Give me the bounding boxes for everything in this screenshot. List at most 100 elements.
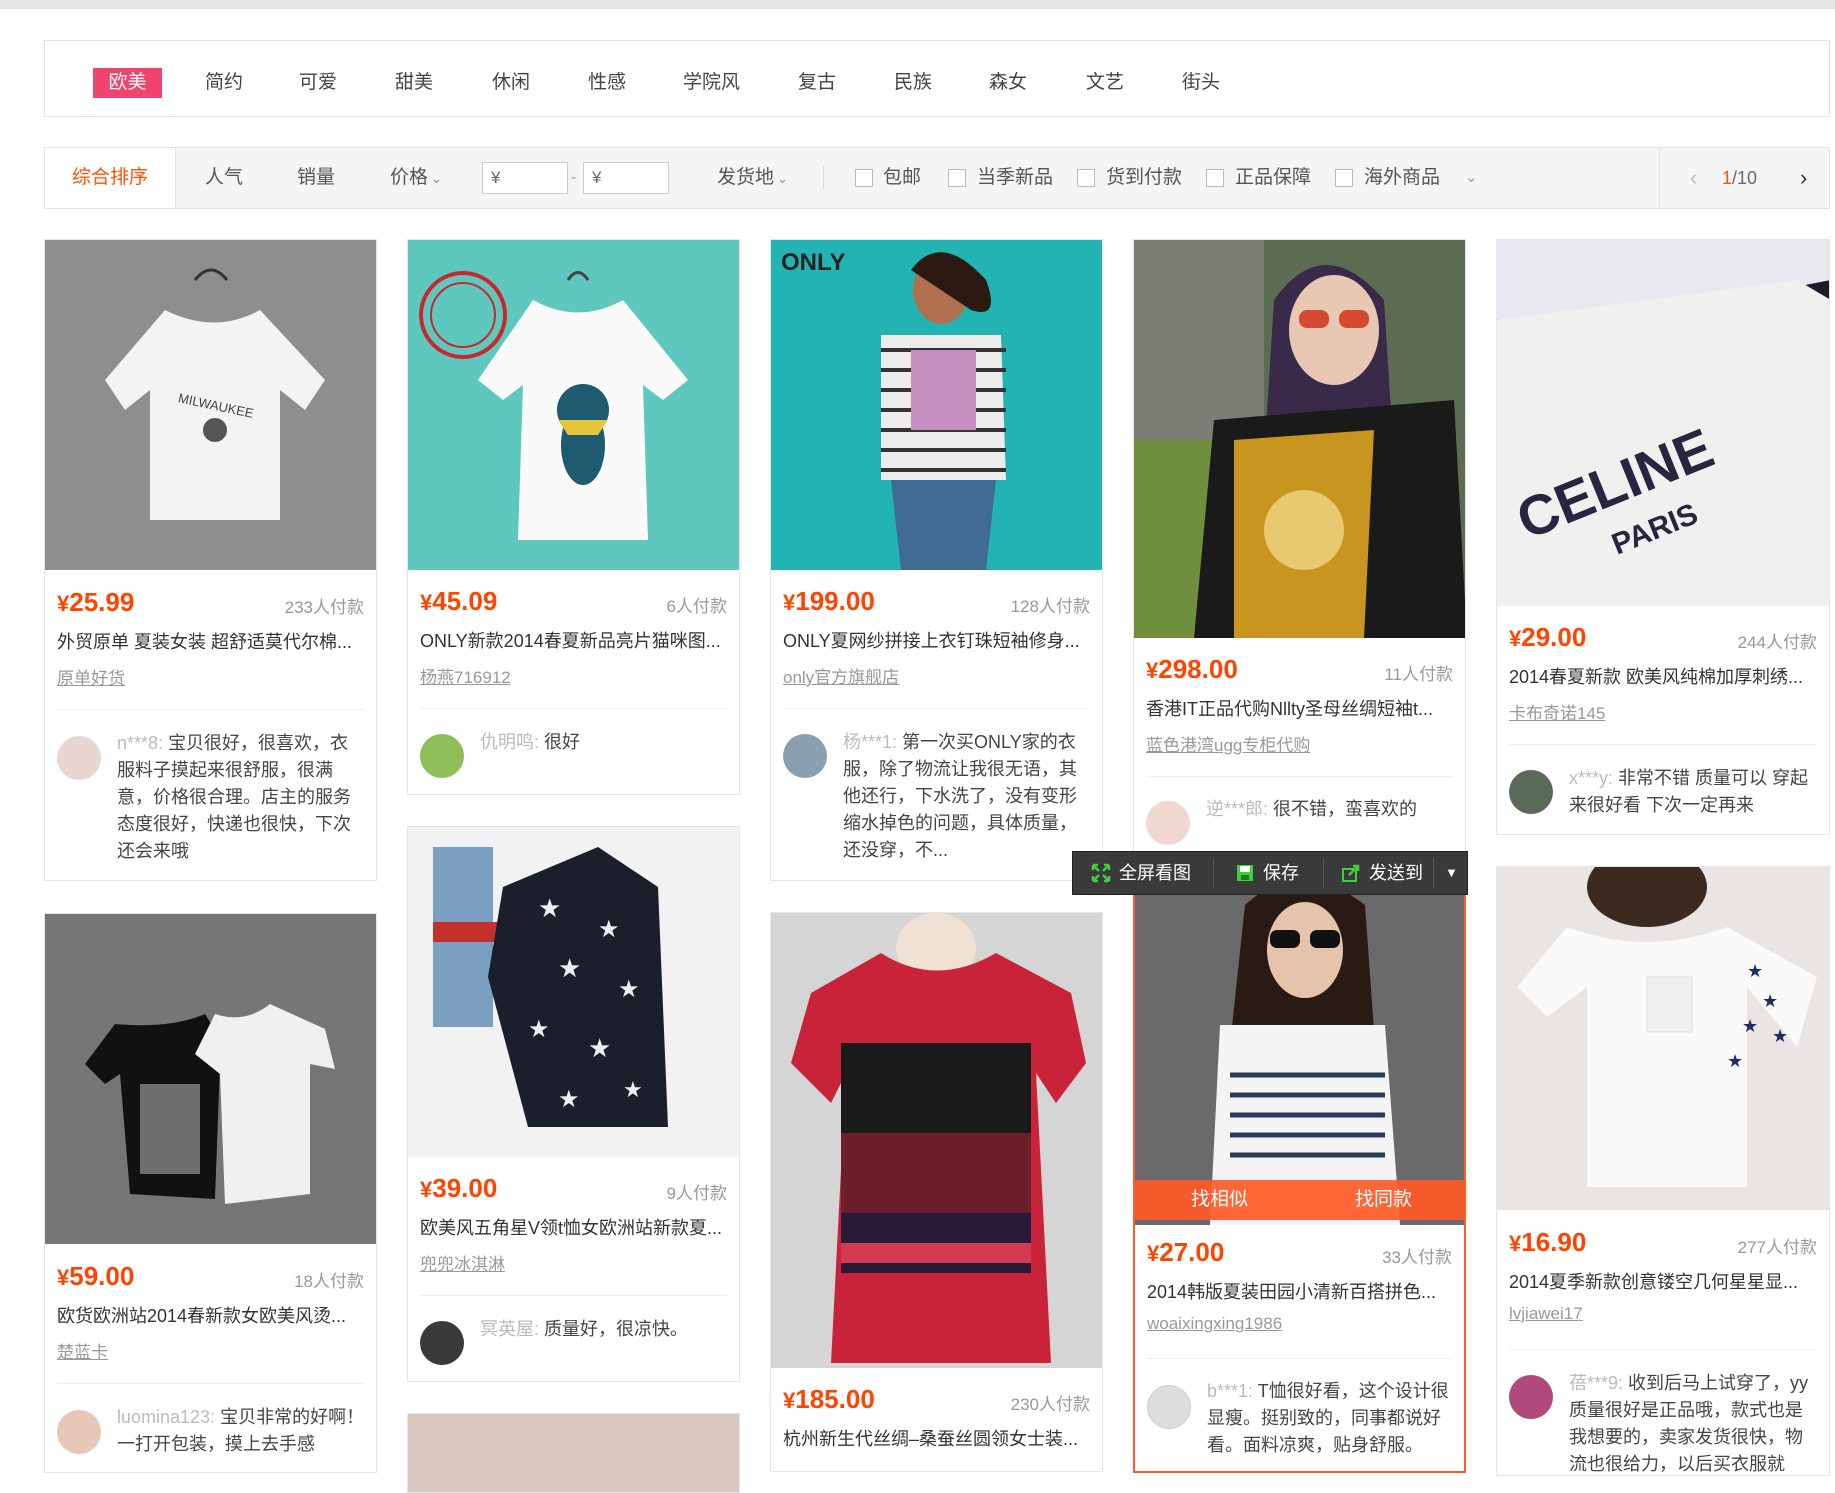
style-tag-xueyuan[interactable]: 学院风 xyxy=(683,68,740,98)
shop-link[interactable]: 楚蓝卡 xyxy=(57,1338,108,1363)
product-image[interactable] xyxy=(408,240,739,570)
product-image[interactable] xyxy=(1135,875,1464,1225)
shop-link[interactable]: 卡布奇诺145 xyxy=(1509,699,1605,724)
style-tag-xinggan[interactable]: 性感 xyxy=(588,68,626,98)
send-label: 发送到 xyxy=(1369,863,1423,883)
svg-text:★: ★ xyxy=(528,1016,550,1043)
product-title[interactable]: 欧货欧洲站2014春新款女欧美风烫... xyxy=(57,1302,367,1328)
product-image[interactable]: CELINE PARIS xyxy=(1497,240,1829,606)
price-value: 199.00 xyxy=(795,586,875,616)
review-text: 蓓***9: 收到后马上试穿了，yy质量很好是正品哦，款式也是我想要的，卖家发货… xyxy=(1569,1370,1819,1475)
dropdown-arrow-icon[interactable]: ▼ xyxy=(1445,852,1458,894)
find-similar-button[interactable]: 找相似 xyxy=(1191,1180,1248,1220)
product-title[interactable]: 2014春夏新款 欧美风纯棉加厚刺绣... xyxy=(1509,663,1819,689)
style-tag-jietou[interactable]: 街头 xyxy=(1182,68,1220,98)
style-tag-wenyi[interactable]: 文艺 xyxy=(1086,68,1124,98)
location-label: 发货地 xyxy=(717,167,775,188)
page-current: 1 xyxy=(1722,168,1733,188)
product-title[interactable]: 2014夏季新款创意镂空几何星星显... xyxy=(1509,1268,1819,1294)
checkbox-free-shipping[interactable] xyxy=(855,169,873,187)
checkbox-authentic-label: 正品保障 xyxy=(1235,167,1312,188)
product-image[interactable] xyxy=(45,914,376,1244)
style-tag-sennv[interactable]: 森女 xyxy=(989,68,1027,98)
product-card[interactable]: ★ ★ ★ ★ ★ ¥16.90 277人付款 2014夏季新款创意镂空几何星星显..… xyxy=(1496,866,1830,1476)
product-image[interactable]: ★ ★ ★ ★ ★ ★ ★ ★ xyxy=(408,827,739,1157)
svg-text:★: ★ xyxy=(598,916,620,943)
product-card[interactable]: MILWAUKEE ¥25.99 233人付款 外贸原单 夏装女装 超舒适莫代尔… xyxy=(44,239,377,881)
review-user: luomina123: xyxy=(117,1407,216,1427)
shop-link[interactable]: 杨燕716912 xyxy=(420,663,511,688)
price-max-input[interactable]: ¥ xyxy=(583,162,669,194)
review-text: 仇明鸣: 很好 xyxy=(480,729,729,756)
shop-link[interactable]: lvjiawei17 xyxy=(1509,1304,1583,1324)
product-image[interactable]: MILWAUKEE xyxy=(45,240,376,570)
checkbox-overseas[interactable] xyxy=(1335,169,1353,187)
divider xyxy=(57,1383,364,1384)
reviewer-avatar xyxy=(1509,1375,1553,1419)
sort-price[interactable]: 价格 ⌄ xyxy=(390,148,442,208)
style-tag-tianmei[interactable]: 甜美 xyxy=(395,68,433,98)
style-tag-fugu[interactable]: 复古 xyxy=(798,68,836,98)
reviewer-avatar xyxy=(1146,801,1190,845)
product-image[interactable]: ONLY xyxy=(771,240,1102,570)
style-tag-keai[interactable]: 可爱 xyxy=(299,68,337,98)
product-title[interactable]: 欧美风五角星V领t恤女欧洲站新款夏... xyxy=(420,1214,730,1240)
product-title[interactable]: 杭州新生代丝绸–桑蚕丝圆领女士装... xyxy=(783,1425,1093,1451)
product-title[interactable]: ONLY夏网纱拼接上衣钉珠短袖修身... xyxy=(783,627,1093,653)
sort-popularity[interactable]: 人气 xyxy=(205,148,243,208)
shop-link[interactable]: only官方旗舰店 xyxy=(783,663,899,688)
find-same-button[interactable]: 找同款 xyxy=(1355,1180,1412,1220)
style-tag-minzu[interactable]: 民族 xyxy=(894,68,932,98)
reviewer-avatar xyxy=(420,734,464,778)
product-card[interactable]: CELINE PARIS ¥29.00 244人付款 2014春夏新款 欧美风纯… xyxy=(1496,239,1830,835)
product-title[interactable]: ONLY新款2014春夏新品亮片猫咪图... xyxy=(420,627,730,653)
more-filters-chevron-icon[interactable]: ⌄ xyxy=(1465,148,1478,208)
save-image-button[interactable]: 保存 xyxy=(1235,852,1299,894)
checkbox-cod[interactable] xyxy=(1077,169,1095,187)
product-image[interactable] xyxy=(1134,240,1465,638)
sort-sales[interactable]: 销量 xyxy=(297,148,335,208)
style-tag-xiuxian[interactable]: 休闲 xyxy=(492,68,530,98)
price-min-input[interactable]: ¥ xyxy=(482,162,568,194)
style-tag-oumei[interactable]: 欧美 xyxy=(93,68,162,98)
checkbox-new-season[interactable] xyxy=(948,169,966,187)
reviewer-avatar xyxy=(57,736,101,780)
product-title[interactable]: 外贸原单 夏装女装 超舒适莫代尔棉... xyxy=(57,628,367,654)
shop-link[interactable]: woaixingxing1986 xyxy=(1147,1314,1282,1334)
product-card[interactable]: ¥59.00 18人付款 欧货欧洲站2014春新款女欧美风烫... 楚蓝卡 lu… xyxy=(44,913,377,1473)
divider xyxy=(1213,858,1214,888)
price-value: 185.00 xyxy=(795,1384,875,1414)
review-user: 蓓***9: xyxy=(1569,1373,1624,1393)
product-card[interactable]: ★ ★ ★ ★ ★ ★ ★ ★ ¥39.00 9人付款 欧美风五角星V领t恤女欧洲站新款… xyxy=(407,826,740,1382)
product-card[interactable]: ¥45.09 6人付款 ONLY新款2014春夏新品亮片猫咪图... 杨燕716… xyxy=(407,239,740,795)
product-card[interactable] xyxy=(407,1413,740,1493)
shop-link[interactable]: 原单好货 xyxy=(57,664,125,689)
product-card-hovered[interactable]: 找相似 找同款 ¥27.00 33人付款 2014韩版夏装田园小清新百搭拼色..… xyxy=(1133,873,1466,1473)
svg-text:★: ★ xyxy=(1742,1016,1758,1036)
sold-count: 9人付款 xyxy=(666,1184,727,1203)
svg-text:★: ★ xyxy=(1772,1026,1788,1046)
product-title[interactable]: 2014韩版夏装田园小清新百搭拼色... xyxy=(1147,1278,1457,1304)
checkbox-authentic[interactable] xyxy=(1206,169,1224,187)
send-to-button[interactable]: 发送到 xyxy=(1341,852,1423,894)
svg-text:★: ★ xyxy=(1747,961,1763,981)
fullscreen-view-button[interactable]: 全屏看图 xyxy=(1091,852,1191,894)
location-filter[interactable]: 发货地 ⌄ xyxy=(717,148,788,208)
next-page-icon[interactable]: › xyxy=(1800,148,1807,208)
sort-default[interactable]: 综合排序 xyxy=(45,148,176,208)
product-card[interactable]: ONLY ¥199.00 128人付款 ONLY夏网纱拼接上衣钉珠短袖修身...… xyxy=(770,239,1103,881)
sold-count: 277人付款 xyxy=(1737,1238,1817,1257)
svg-text:★: ★ xyxy=(1727,1051,1743,1071)
shop-link[interactable]: 兜兜冰淇淋 xyxy=(420,1250,505,1275)
svg-text:★: ★ xyxy=(538,893,561,923)
shop-link[interactable]: 蓝色港湾ugg专柜代购 xyxy=(1146,731,1310,756)
product-image[interactable] xyxy=(408,1414,739,1492)
product-card[interactable]: ¥298.00 11人付款 香港IT正品代购Nllty圣母丝绸短袖t... 蓝色… xyxy=(1133,239,1466,859)
product-image[interactable] xyxy=(771,913,1102,1368)
product-image[interactable]: ★ ★ ★ ★ ★ xyxy=(1497,867,1829,1210)
product-price: ¥16.90 xyxy=(1509,1227,1587,1257)
product-card[interactable]: ¥185.00 230人付款 杭州新生代丝绸–桑蚕丝圆领女士装... xyxy=(770,912,1103,1472)
style-tag-jianyue[interactable]: 简约 xyxy=(205,68,243,98)
product-title[interactable]: 香港IT正品代购Nllty圣母丝绸短袖t... xyxy=(1146,695,1456,721)
prev-page-icon[interactable]: ‹ xyxy=(1690,148,1697,208)
